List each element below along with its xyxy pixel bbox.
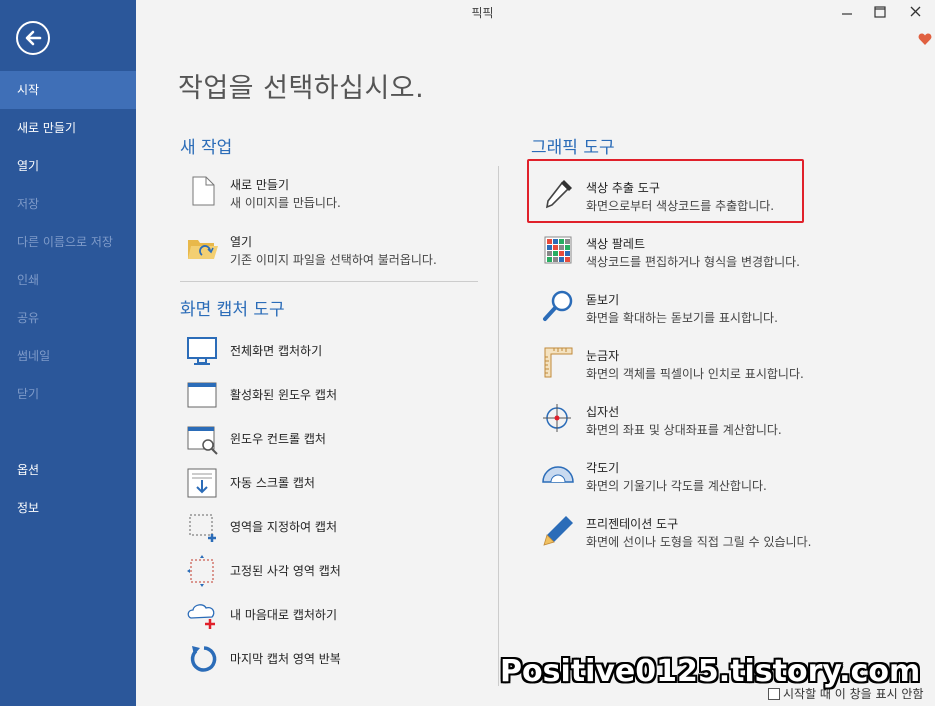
section-title-new-task: 새 작업 <box>180 138 233 158</box>
magnifier-name: 돋보기 <box>586 293 620 307</box>
active-window-capture-item[interactable]: 활성화된 윈도우 캡처 <box>186 378 436 420</box>
crosshair-desc: 화면의 좌표 및 상대좌표를 계산합니다. <box>586 423 782 437</box>
window-title: 픽픽 <box>471 6 494 20</box>
sidebar: 시작 새로 만들기 열기 저장 다른 이름으로 저장 인쇄 공유 썸네일 닫기 … <box>0 0 136 706</box>
section-title-graphics: 그래픽 도구 <box>531 138 615 158</box>
magnifier-icon <box>543 290 573 321</box>
crosshair-name: 십자선 <box>586 405 620 419</box>
color-palette-name: 색상 팔레트 <box>586 237 646 251</box>
ruler-name: 눈금자 <box>586 349 620 363</box>
sidebar-item-options[interactable]: 옵션 <box>0 451 136 489</box>
window-control-capture-label: 윈도우 컨트롤 캡처 <box>230 432 326 446</box>
palette-icon <box>544 236 572 264</box>
color-palette-desc: 색상코드를 편집하거나 형식을 변경합니다. <box>586 255 800 269</box>
minimize-icon <box>842 13 852 15</box>
crosshair-icon <box>543 404 571 432</box>
ruler-icon <box>544 347 573 378</box>
repeat-capture-icon <box>190 646 217 672</box>
open-name: 열기 <box>230 235 253 249</box>
new-image-item[interactable]: 새로 만들기 새 이미지를 만듭니다. <box>186 174 486 216</box>
scroll-capture-icon <box>187 468 217 498</box>
fixed-region-capture-label: 고정된 사각 영역 캡처 <box>230 564 341 578</box>
sidebar-item-save[interactable]: 저장 <box>0 185 136 223</box>
section-title-capture: 화면 캡처 도구 <box>180 300 285 320</box>
monitor-icon <box>187 337 217 365</box>
region-capture-item[interactable]: 영역을 지정하여 캡처 <box>186 510 436 552</box>
protractor-icon <box>542 466 574 483</box>
back-button[interactable] <box>16 21 50 55</box>
blank-document-icon <box>192 176 215 206</box>
fullscreen-capture-item[interactable]: 전체화면 캡처하기 <box>186 334 436 376</box>
presentation-tool-desc: 화면에 선이나 도형을 직접 그릴 수 있습니다. <box>586 535 812 549</box>
sidebar-item-save-as[interactable]: 다른 이름으로 저장 <box>0 223 136 261</box>
repeat-capture-item[interactable]: 마지막 캡처 영역 반복 <box>186 642 436 684</box>
freeform-capture-label: 내 마음대로 캡처하기 <box>230 608 337 622</box>
fullscreen-capture-label: 전체화면 캡처하기 <box>230 344 323 358</box>
protractor-desc: 화면의 기울기나 각도를 계산합니다. <box>586 479 767 493</box>
sidebar-item-open[interactable]: 열기 <box>0 147 136 185</box>
sidebar-item-thumbnail[interactable]: 썸네일 <box>0 337 136 375</box>
ruler-desc: 화면의 객체를 픽셀이나 인치로 표시합니다. <box>586 367 804 381</box>
close-icon <box>910 6 921 17</box>
ruler-item[interactable]: 눈금자 화면의 객체를 픽셀이나 인치로 표시합니다. <box>542 345 832 387</box>
new-image-desc: 새 이미지를 만듭니다. <box>230 196 341 210</box>
fixed-region-icon <box>187 555 214 587</box>
fixed-region-capture-item[interactable]: 고정된 사각 영역 캡처 <box>186 554 436 596</box>
sidebar-item-share[interactable]: 공유 <box>0 299 136 337</box>
freeform-capture-icon <box>187 604 215 629</box>
protractor-name: 각도기 <box>586 461 620 475</box>
checkbox-box[interactable] <box>768 688 780 700</box>
close-window-button[interactable] <box>900 2 930 24</box>
color-palette-item[interactable]: 색상 팔레트 색상코드를 편집하거나 형식을 변경합니다. <box>542 233 832 275</box>
magnifier-item[interactable]: 돋보기 화면을 확대하는 돋보기를 표시합니다. <box>542 289 812 331</box>
sidebar-item-info[interactable]: 정보 <box>0 489 136 527</box>
scroll-capture-item[interactable]: 자동 스크롤 캡처 <box>186 466 436 508</box>
scroll-capture-label: 자동 스크롤 캡처 <box>230 476 315 490</box>
protractor-item[interactable]: 각도기 화면의 기울기나 각도를 계산합니다. <box>542 457 812 499</box>
watermark: Positive0125.tistory.com <box>500 654 921 689</box>
sidebar-item-close[interactable]: 닫기 <box>0 375 136 413</box>
presentation-tool-name: 프리젠테이션 도구 <box>586 517 679 531</box>
active-window-icon <box>187 382 217 408</box>
vertical-divider <box>498 166 499 686</box>
window-control-capture-item[interactable]: 윈도우 컨트롤 캡처 <box>186 422 436 464</box>
sidebar-item-print[interactable]: 인쇄 <box>0 261 136 299</box>
heart-icon[interactable] <box>918 32 932 46</box>
repeat-capture-label: 마지막 캡처 영역 반복 <box>230 652 341 666</box>
open-desc: 기존 이미지 파일을 선택하여 불러옵니다. <box>230 253 437 267</box>
region-capture-icon <box>189 514 216 542</box>
sidebar-item-new[interactable]: 새로 만들기 <box>0 109 136 147</box>
back-arrow-icon <box>25 30 42 46</box>
freeform-capture-item[interactable]: 내 마음대로 캡처하기 <box>186 598 436 640</box>
pen-icon <box>543 516 573 546</box>
maximize-button[interactable] <box>865 2 895 24</box>
page-title: 작업을 선택하십시오. <box>178 73 425 104</box>
window-control-icon <box>187 426 218 455</box>
highlight-box <box>527 159 804 223</box>
minimize-button[interactable] <box>832 2 862 24</box>
region-capture-label: 영역을 지정하여 캡처 <box>230 520 337 534</box>
open-folder-icon <box>188 240 218 259</box>
open-item[interactable]: 열기 기존 이미지 파일을 선택하여 불러옵니다. <box>186 231 486 273</box>
crosshair-item[interactable]: 십자선 화면의 좌표 및 상대좌표를 계산합니다. <box>542 401 812 443</box>
dont-show-label: 시작할 때 이 창을 표시 안함 <box>783 687 924 701</box>
new-image-name: 새로 만들기 <box>230 178 290 192</box>
divider <box>180 281 478 282</box>
magnifier-desc: 화면을 확대하는 돋보기를 표시합니다. <box>586 311 778 325</box>
sidebar-item-start[interactable]: 시작 <box>0 71 136 109</box>
maximize-icon <box>874 6 886 18</box>
active-window-capture-label: 활성화된 윈도우 캡처 <box>230 388 337 402</box>
presentation-tool-item[interactable]: 프리젠테이션 도구 화면에 선이나 도형을 직접 그릴 수 있습니다. <box>542 513 832 555</box>
